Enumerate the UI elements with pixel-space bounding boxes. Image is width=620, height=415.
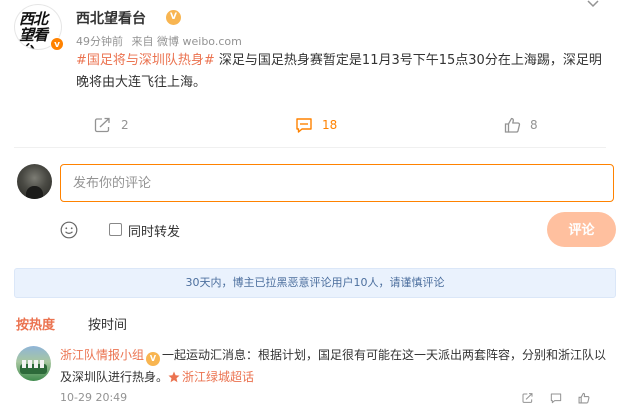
vip-badge-icon: V xyxy=(146,352,161,366)
post-action-bar: 2 18 8 xyxy=(0,112,620,138)
comment-button[interactable]: 18 xyxy=(295,116,337,134)
comment-input[interactable] xyxy=(60,164,614,202)
forward-button[interactable]: 2 xyxy=(94,116,129,134)
submit-comment-button[interactable]: 评论 xyxy=(547,212,616,247)
comment-item: 浙江队情报小组 V 一起运动汇消息：根据计划，国足很有可能在这一天派出两套阵容，分别… xyxy=(60,344,616,388)
like-button[interactable]: 8 xyxy=(504,116,538,134)
smiley-icon[interactable] xyxy=(60,221,78,239)
post-meta: 49分钟前 来自 微博 weibo.com xyxy=(76,33,247,49)
comment-avatar[interactable] xyxy=(16,346,51,381)
post-hashtag[interactable]: #国足将与深圳队热身# xyxy=(76,53,215,68)
verified-badge-icon: v xyxy=(50,37,64,51)
repost-checkbox[interactable] xyxy=(109,223,122,236)
post-source: 来自 微博 weibo.com xyxy=(131,35,242,48)
current-user-avatar[interactable] xyxy=(17,164,52,199)
super-topic-icon xyxy=(168,371,180,383)
author-name[interactable]: 西北望看台 xyxy=(76,8,146,28)
post-header: 西北望看台 v 西北望看台 V 49分钟前 来自 微博 weibo.com xyxy=(14,0,606,52)
comment-like-button[interactable] xyxy=(578,392,590,404)
super-topic-link[interactable]: 浙江绿城超话 xyxy=(182,370,254,384)
comment-reply-button[interactable] xyxy=(550,392,562,404)
comment-notice: 30天内，博主已拉黑恶意评论用户10人，请谨慎评论 xyxy=(14,268,616,298)
forward-icon xyxy=(94,117,110,133)
post-time[interactable]: 49分钟前 xyxy=(76,35,123,48)
vip-badge-icon: V xyxy=(166,10,181,25)
thumbs-up-icon xyxy=(504,117,521,133)
comment-icon xyxy=(296,118,312,133)
tab-sort-hot[interactable]: 按热度 xyxy=(16,314,55,333)
tab-sort-time[interactable]: 按时间 xyxy=(88,314,127,333)
thumbs-up-icon xyxy=(578,392,590,404)
post-content: #国足将与深圳队热身# 深足与国足热身赛暂定是11月3号下午15点30分在上海踢… xyxy=(76,50,606,94)
chevron-down-icon[interactable] xyxy=(586,0,600,12)
comment-forward-button[interactable] xyxy=(522,392,534,404)
section-divider xyxy=(14,147,606,148)
forward-count: 2 xyxy=(121,118,129,132)
repost-label[interactable]: 同时转发 xyxy=(128,221,180,240)
comment-user[interactable]: 浙江队情报小组 xyxy=(60,348,144,362)
comment-count: 18 xyxy=(322,118,338,132)
comment-tools xyxy=(522,390,590,406)
comment-time: 10-29 20:49 xyxy=(60,391,128,404)
like-count: 8 xyxy=(530,118,538,132)
forward-icon xyxy=(522,393,533,403)
comment-icon xyxy=(550,393,562,404)
